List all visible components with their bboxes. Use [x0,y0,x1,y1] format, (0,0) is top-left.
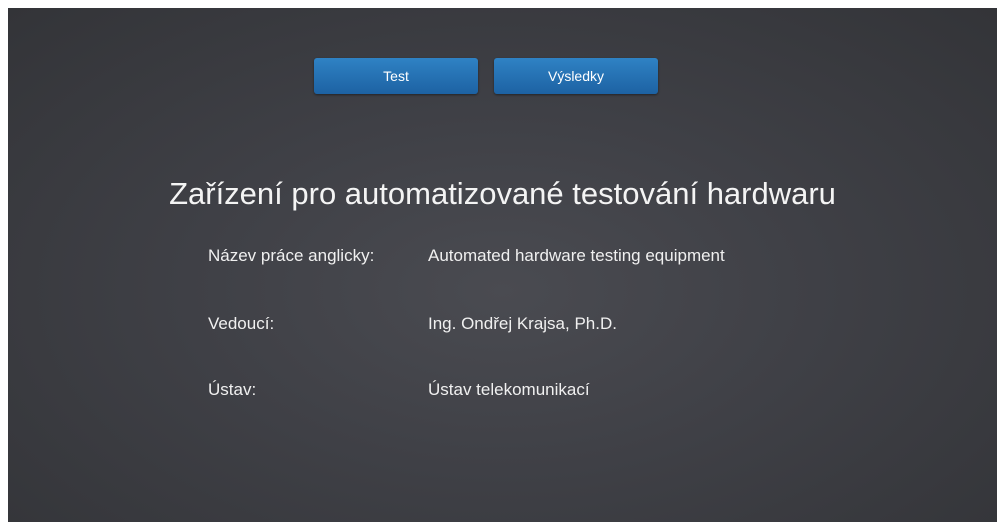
results-button[interactable]: Výsledky [494,58,658,94]
top-navigation: Test Výsledky [8,58,997,94]
main-panel: Test Výsledky Zařízení pro automatizovan… [8,8,997,522]
detail-label: Název práce anglicky: [208,246,375,265]
detail-label: Vedoucí: [208,314,275,333]
page-title: Zařízení pro automatizované testování ha… [169,176,836,211]
test-button[interactable]: Test [314,58,478,94]
detail-value: Automated hardware testing equipment [428,246,725,265]
detail-value: Ing. Ondřej Krajsa, Ph.D. [428,314,617,333]
detail-value: Ústav telekomunikací [428,380,590,399]
detail-label: Ústav: [208,380,257,399]
